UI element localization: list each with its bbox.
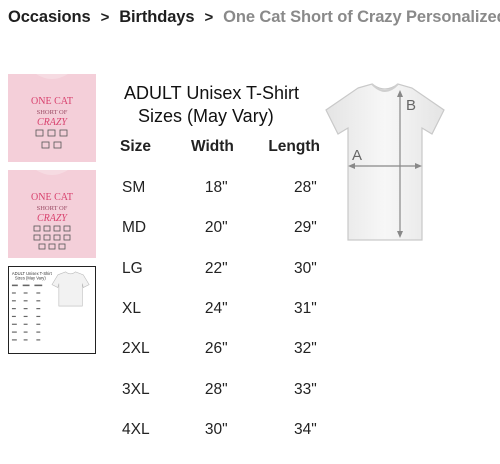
header-length: Length bbox=[268, 138, 320, 155]
size-cell: 3XL bbox=[122, 380, 150, 398]
width-cell: 20" bbox=[204, 219, 228, 237]
tshirt-measurement-diagram: A B bbox=[325, 83, 445, 241]
pink-shirt-image: ONE CAT SHORT OF CRAZY bbox=[8, 170, 96, 258]
size-row: SM 18" 28" bbox=[120, 168, 340, 208]
tshirt-outline bbox=[325, 83, 445, 241]
width-cell: 28" bbox=[204, 380, 228, 398]
width-cell: 22" bbox=[204, 259, 228, 277]
size-table-header: Size Width Length bbox=[120, 136, 320, 158]
size-row: 2XL 26" 32" bbox=[120, 329, 340, 369]
length-cell: 34" bbox=[293, 420, 317, 438]
size-table: Size Width Length SM 18" 28" MD 20" 29" … bbox=[120, 136, 320, 438]
width-cell: 26" bbox=[204, 340, 228, 358]
breadcrumb-separator: > bbox=[100, 8, 110, 26]
thumbnail-front-design-alt[interactable]: ONE CAT SHORT OF CRAZY bbox=[8, 170, 96, 258]
header-width: Width bbox=[191, 138, 234, 155]
size-chart-thumbnail-image: ADULT Unisex T-Shirt Sizes (May Vary) bbox=[9, 267, 95, 353]
size-cell: SM bbox=[122, 179, 146, 197]
breadcrumb-link-occasions[interactable]: Occasions bbox=[8, 8, 91, 27]
thumb-text-line3: CRAZY bbox=[37, 213, 68, 224]
header-size: Size bbox=[120, 138, 152, 155]
thumb-chart-subtitle: Sizes (May Vary) bbox=[15, 276, 46, 281]
size-cell: XL bbox=[122, 300, 141, 318]
size-row: 3XL 28" 33" bbox=[120, 369, 340, 409]
size-cell: MD bbox=[122, 219, 147, 237]
length-cell: 30" bbox=[293, 259, 317, 277]
size-row: XL 24" 31" bbox=[120, 289, 340, 329]
size-row: LG 22" 30" bbox=[120, 249, 340, 289]
thumb-text-line1: ONE CAT bbox=[31, 96, 73, 107]
size-chart-title: ADULT Unisex T-Shirt Sizes (May Vary) bbox=[124, 82, 299, 128]
pink-shirt-image: ONE CAT SHORT OF CRAZY bbox=[8, 74, 96, 162]
size-cell: 4XL bbox=[122, 420, 150, 438]
length-cell: 32" bbox=[293, 340, 317, 358]
breadcrumb-current: One Cat Short of Crazy Personalized bbox=[223, 7, 500, 26]
length-cell: 33" bbox=[293, 380, 317, 398]
thumb-text-line2: SHORT OF bbox=[37, 205, 68, 212]
width-cell: 24" bbox=[204, 300, 228, 318]
thumbnail-size-chart[interactable]: ADULT Unisex T-Shirt Sizes (May Vary) bbox=[8, 266, 96, 354]
thumbnail-gallery: ONE CAT SHORT OF CRAZY ONE CAT SHORT OF … bbox=[8, 74, 96, 362]
breadcrumb-separator: > bbox=[204, 8, 214, 26]
breadcrumb: Occasions > Birthdays > One Cat Short of… bbox=[8, 6, 500, 28]
thumb-text-line3: CRAZY bbox=[37, 117, 68, 128]
size-chart-title-line2: Sizes (May Vary) bbox=[138, 106, 274, 126]
width-cell: 18" bbox=[204, 179, 228, 197]
measure-a-label: A bbox=[352, 147, 362, 164]
size-cell: 2XL bbox=[122, 340, 150, 358]
measure-b-label: B bbox=[406, 97, 416, 114]
breadcrumb-link-birthdays[interactable]: Birthdays bbox=[119, 8, 194, 27]
size-chart-image: ADULT Unisex T-Shirt Sizes (May Vary) Si… bbox=[108, 74, 500, 454]
thumb-text-line1: ONE CAT bbox=[31, 192, 73, 203]
length-cell: 31" bbox=[293, 300, 317, 318]
thumbnail-front-design[interactable]: ONE CAT SHORT OF CRAZY bbox=[8, 74, 96, 162]
size-row: MD 20" 29" bbox=[120, 208, 340, 248]
size-chart-title-line1: ADULT Unisex T-Shirt bbox=[124, 83, 300, 103]
width-cell: 30" bbox=[204, 420, 228, 438]
size-cell: LG bbox=[122, 259, 143, 277]
thumb-text-line2: SHORT OF bbox=[37, 109, 68, 116]
size-row: 4XL 30" 34" bbox=[120, 410, 340, 450]
